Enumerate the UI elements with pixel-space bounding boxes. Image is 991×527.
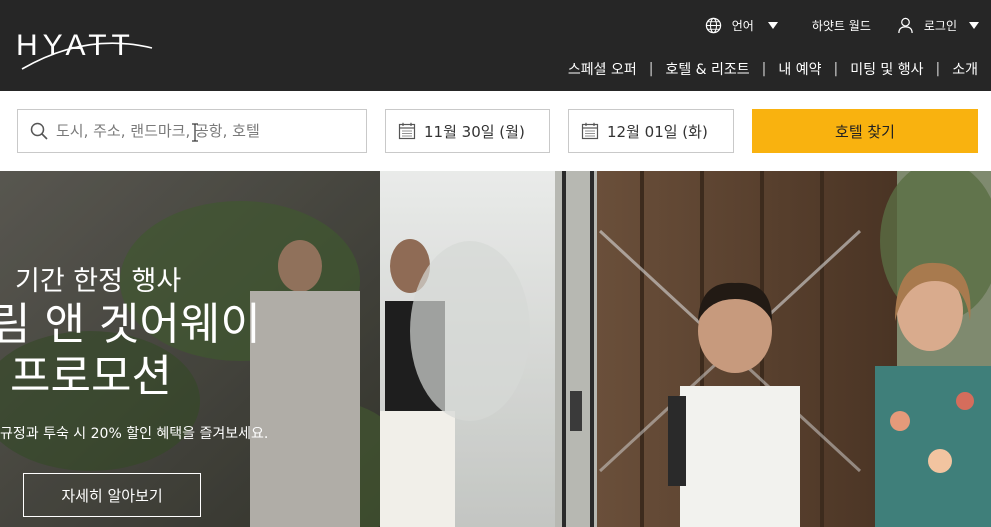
nav-divider: | bbox=[761, 61, 767, 77]
promo-title-line1: 림 앤 겟어웨이 bbox=[0, 299, 261, 350]
nav-divider: | bbox=[833, 61, 839, 77]
user-icon bbox=[898, 17, 913, 33]
chevron-down-icon bbox=[969, 21, 979, 29]
calendar-icon bbox=[581, 122, 599, 140]
checkout-date-field[interactable]: 12월 01일 (화) bbox=[568, 109, 734, 153]
login-menu[interactable]: 로그인 bbox=[897, 17, 979, 34]
find-hotels-button[interactable]: 호텔 찾기 bbox=[752, 109, 978, 153]
promo-eyebrow: 기간 한정 행사 bbox=[15, 266, 182, 297]
world-of-hyatt-link[interactable]: 하얏트 월드 bbox=[812, 17, 871, 34]
login-label: 로그인 bbox=[923, 18, 957, 33]
hero-banner: 기간 한정 행사 림 앤 겟어웨이 프로모션 규정과 투숙 시 20% 할인 혜… bbox=[0, 171, 991, 527]
chevron-down-icon bbox=[767, 21, 778, 29]
nav-meetings-events[interactable]: 미팅 및 행사 bbox=[850, 59, 923, 79]
world-of-hyatt-label: 하얏트 월드 bbox=[811, 18, 871, 33]
nav-about[interactable]: 소개 bbox=[952, 59, 978, 79]
promo-title-line2: 프로모션 bbox=[10, 351, 172, 402]
text-cursor-icon bbox=[192, 123, 198, 142]
top-header: HYATT 언어 하얏트 월드 로그인 스페셜 오퍼 | 호텔 & 리조트 | … bbox=[0, 0, 991, 91]
checkin-date-field[interactable]: 11월 30일 (월) bbox=[385, 109, 550, 153]
logo-wordmark: HYATT bbox=[16, 29, 135, 62]
checkin-date-value: 11월 30일 (월) bbox=[424, 122, 525, 141]
nav-divider: | bbox=[648, 61, 654, 77]
nav-divider: | bbox=[935, 61, 941, 77]
utility-nav: 언어 하얏트 월드 로그인 bbox=[705, 14, 979, 36]
learn-more-button[interactable]: 자세히 알아보기 bbox=[23, 473, 201, 517]
hyatt-logo[interactable]: HYATT bbox=[16, 26, 166, 72]
main-nav: 스페셜 오퍼 | 호텔 & 리조트 | 내 예약 | 미팅 및 행사 | 소개 bbox=[568, 59, 978, 79]
nav-special-offers[interactable]: 스페셜 오퍼 bbox=[568, 59, 637, 79]
promo-description: 규정과 투숙 시 20% 할인 혜택을 즐겨보세요. bbox=[0, 426, 269, 442]
calendar-icon bbox=[398, 122, 416, 140]
nav-hotels-resorts[interactable]: 호텔 & 리조트 bbox=[665, 59, 749, 79]
language-selector[interactable]: 언어 bbox=[705, 17, 778, 34]
nav-my-reservations[interactable]: 내 예약 bbox=[778, 59, 821, 79]
checkout-date-value: 12월 01일 (화) bbox=[607, 122, 708, 141]
search-icon bbox=[30, 122, 48, 140]
language-label: 언어 bbox=[731, 18, 754, 33]
hotel-search-bar: 11월 30일 (월) 12월 01일 (화) 호텔 찾기 bbox=[0, 91, 991, 171]
promo-title: 림 앤 겟어웨이 프로모션 bbox=[0, 299, 261, 403]
globe-icon bbox=[705, 17, 721, 33]
